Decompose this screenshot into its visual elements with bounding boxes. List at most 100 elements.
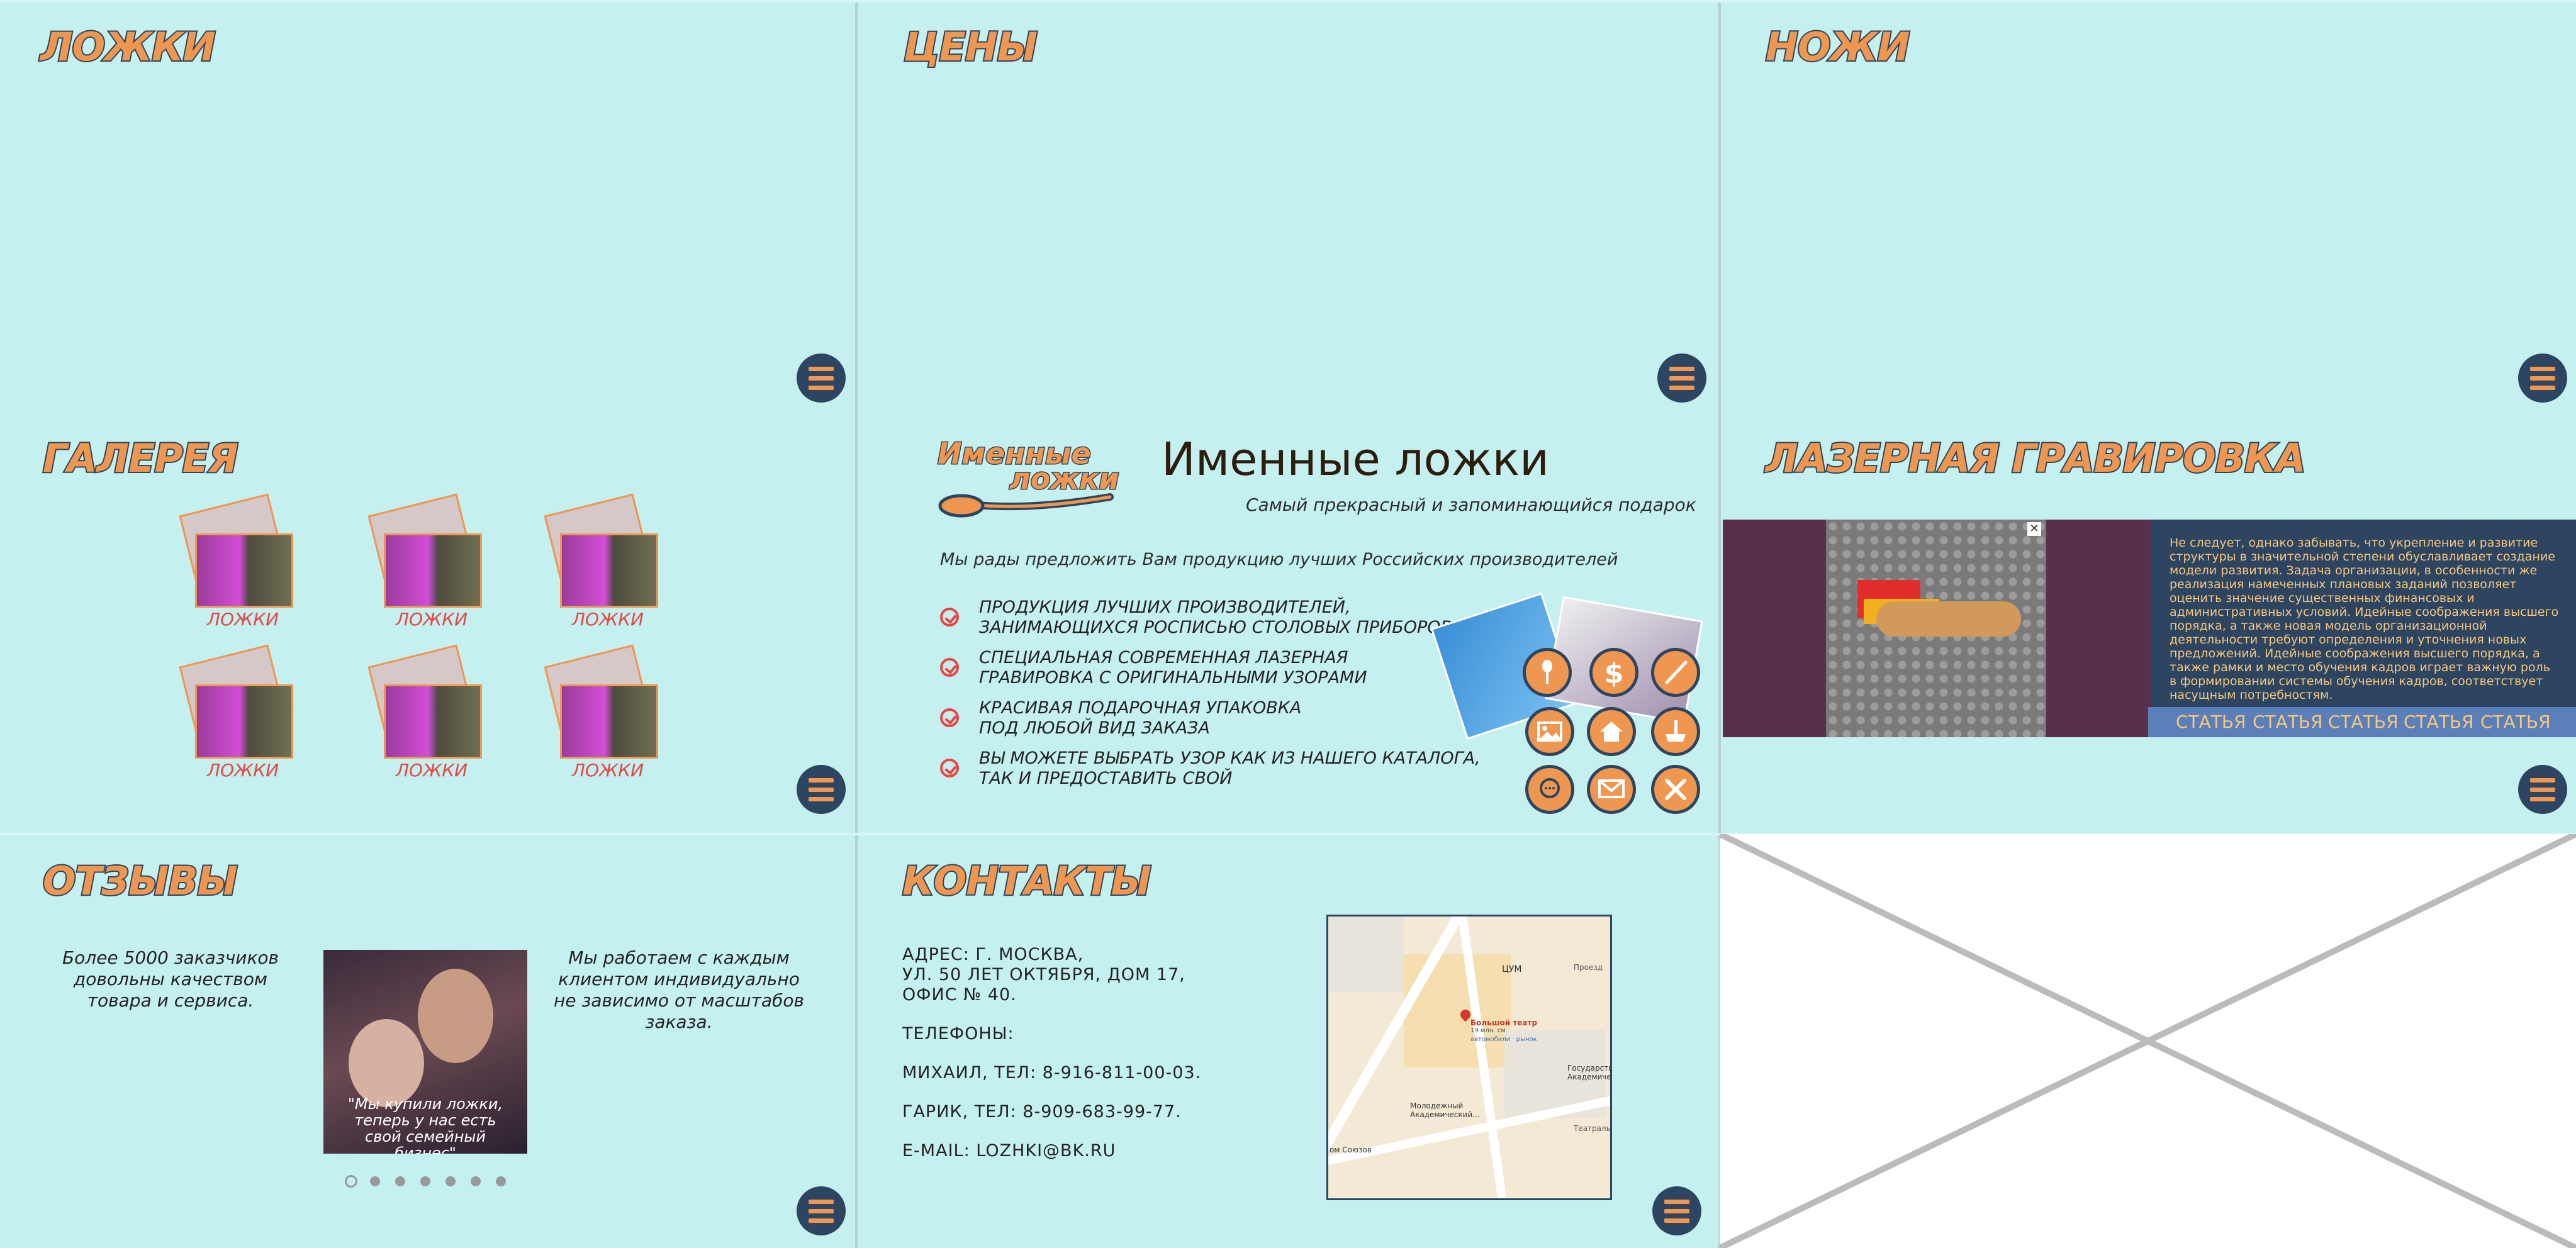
article-tab[interactable]: СТАТЬЯ: [2480, 707, 2551, 737]
feature-line: ГРАВИРОВКА С ОРИГИНАЛЬНЫМИ УЗОРАМИ: [979, 668, 1367, 688]
map-pin-sub: автомобили · рынок: [1470, 1036, 1537, 1043]
hamburger-menu-icon[interactable]: [1657, 354, 1706, 403]
gallery-item-label: ЛОЖКИ: [395, 609, 468, 630]
map-label: Театраль: [1574, 1124, 1611, 1133]
panel-title-knives: НОЖИ: [1764, 23, 1911, 71]
address-line: ОФИС № 40.: [902, 985, 1017, 1005]
promo-subheading: Самый прекрасный и запоминающийся подаро…: [1246, 494, 1696, 515]
map-label: Молодежный: [1410, 1101, 1464, 1110]
gallery-item-label: ЛОЖКИ: [206, 609, 279, 630]
chat-icon[interactable]: [1525, 765, 1574, 814]
map-label: Академичес: [1567, 1072, 1612, 1081]
svg-text:$: $: [1604, 657, 1624, 689]
check-icon: [940, 608, 959, 627]
knife-photo: [1876, 601, 2021, 637]
laser-video[interactable]: ✕: [1826, 520, 2046, 737]
gallery-item-label: ЛОЖКИ: [395, 760, 468, 781]
slider-dot[interactable]: [471, 1176, 481, 1186]
slider-dot[interactable]: [420, 1176, 430, 1186]
map-pin-title: Большой театр: [1470, 1018, 1538, 1027]
person-face: [418, 969, 493, 1063]
gallery-photo: [384, 533, 482, 608]
gallery-photo: [560, 533, 658, 608]
article-tab[interactable]: СТАТЬЯ: [2176, 707, 2246, 737]
promo-intro: Мы рады предложить Вам продукцию лучших …: [940, 550, 1618, 569]
gallery-item[interactable]: ЛОЖКИ: [179, 644, 318, 796]
map-label: ом Союзов: [1330, 1145, 1372, 1154]
feature-line: ЗАНИМАЮЩИХСЯ РОСПИСЬЮ СТОЛОВЫХ ПРИБОРОВ: [979, 618, 1453, 637]
hamburger-menu-icon[interactable]: [797, 765, 846, 814]
slider-dot[interactable]: [445, 1176, 456, 1186]
dollar-icon[interactable]: $: [1589, 648, 1638, 697]
knife-icon[interactable]: [1651, 648, 1700, 697]
logo: Именные ложки: [934, 436, 1123, 523]
slider-dot[interactable]: [345, 1175, 357, 1188]
hamburger-menu-icon[interactable]: [797, 1186, 846, 1235]
mail-icon[interactable]: [1587, 765, 1636, 814]
hamburger-menu-icon[interactable]: [797, 354, 846, 403]
laser-text-block: Не следует, однако забывать, что укрепле…: [2151, 520, 2576, 737]
laser-text: Не следует, однако забывать, что укрепле…: [2170, 536, 2559, 702]
map-block: [1328, 916, 1404, 992]
review-left-text: Более 5000 заказчиков довольны качеством…: [62, 947, 279, 1011]
gallery-item[interactable]: ЛОЖКИ: [544, 644, 683, 796]
gallery-photo: [195, 684, 293, 759]
slider-dot[interactable]: [370, 1176, 380, 1186]
engrave-icon[interactable]: [1651, 707, 1700, 756]
map-label: ЦУМ: [1502, 964, 1522, 974]
feature-line: ВЫ МОЖЕТЕ ВЫБРАТЬ УЗОР КАК ИЗ НАШЕГО КАТ…: [979, 749, 1481, 768]
slider-dot[interactable]: [496, 1176, 506, 1186]
gallery-photo: [560, 684, 658, 759]
gallery-item[interactable]: ЛОЖКИ: [179, 493, 318, 645]
gallery-icon[interactable]: [1525, 707, 1574, 756]
panel-title-gallery: ГАЛЕРЕЯ: [42, 434, 240, 482]
logo-line2: ложки: [1009, 461, 1121, 497]
check-icon: [940, 658, 959, 677]
panel-title-reviews: ОТЗЫВЫ: [42, 857, 239, 905]
phone-line: МИХАИЛ, ТЕЛ: 8-916-811-00-03.: [902, 1063, 1202, 1083]
spoon-icon[interactable]: [1523, 648, 1572, 697]
gallery-photo: [195, 533, 293, 608]
close-icon[interactable]: ✕: [2027, 522, 2041, 536]
review-quote: "Мы купили ложки, теперь у нас есть свой…: [347, 1095, 503, 1154]
divider: [855, 0, 858, 1248]
review-photo: "Мы купили ложки, теперь у нас есть свой…: [323, 950, 527, 1154]
gallery-item-label: ЛОЖКИ: [571, 609, 644, 630]
map-label: Проезд: [1574, 963, 1603, 972]
promo-heading: Именные ложки: [1162, 433, 1549, 486]
gallery-item-label: ЛОЖКИ: [206, 760, 279, 781]
gallery-item-label: ЛОЖКИ: [571, 760, 644, 781]
article-tab[interactable]: СТАТЬЯ: [2328, 707, 2399, 737]
article-tab[interactable]: СТАТЬЯ: [2253, 707, 2323, 737]
hamburger-menu-icon[interactable]: [2518, 765, 2567, 814]
panel-title-spoons: ЛОЖКИ: [39, 23, 217, 71]
close-icon[interactable]: [1651, 765, 1700, 814]
feature-line: ПРОДУКЦИЯ ЛУЧШИХ ПРОИЗВОДИТЕЛЕЙ,: [979, 598, 1351, 617]
gallery-item[interactable]: ЛОЖКИ: [367, 644, 507, 796]
address-line: АДРЕС: Г. МОСКВА,: [902, 945, 1084, 964]
map-label: Академический...: [1410, 1110, 1480, 1119]
gallery-photo: [384, 684, 482, 759]
home-icon[interactable]: [1587, 707, 1636, 756]
check-icon: [940, 708, 959, 727]
feature-line: КРАСИВАЯ ПОДАРОЧНАЯ УПАКОВКА: [979, 698, 1302, 718]
phones-label: ТЕЛЕФОНЫ:: [902, 1024, 1014, 1044]
email-line[interactable]: E-MAIL: LOZHKI@BK.RU: [902, 1141, 1116, 1161]
review-right-text: Мы работаем с каждым клиентом индивидуал…: [554, 947, 804, 1032]
gallery-item[interactable]: ЛОЖКИ: [544, 493, 683, 645]
address-line: УЛ. 50 ЛЕТ ОКТЯБРЯ, ДОМ 17,: [902, 965, 1185, 984]
feature-line: СПЕЦИАЛЬНАЯ СОВРЕМЕННАЯ ЛАЗЕРНАЯ: [979, 648, 1348, 667]
article-tab[interactable]: СТАТЬЯ: [2404, 707, 2474, 737]
hamburger-menu-icon[interactable]: [1652, 1186, 1701, 1235]
phone-line: ГАРИК, ТЕЛ: 8-909-683-99-77.: [902, 1102, 1182, 1122]
gallery-item[interactable]: ЛОЖКИ: [367, 493, 507, 645]
panel-title-laser: ЛАЗЕРНАЯ ГРАВИРОВКА: [1764, 434, 2307, 482]
map-block: [1404, 954, 1511, 1067]
hamburger-menu-icon[interactable]: [2518, 354, 2567, 403]
check-icon: [940, 759, 959, 777]
map[interactable]: ЦУМ Проезд Большой театр 19 млн. см. авт…: [1326, 915, 1612, 1200]
person-face: [349, 1019, 424, 1107]
slider-dot[interactable]: [395, 1176, 405, 1186]
panel-title-contacts: КОНТАКТЫ: [901, 857, 1153, 905]
image-placeholder: [1720, 834, 2576, 1248]
